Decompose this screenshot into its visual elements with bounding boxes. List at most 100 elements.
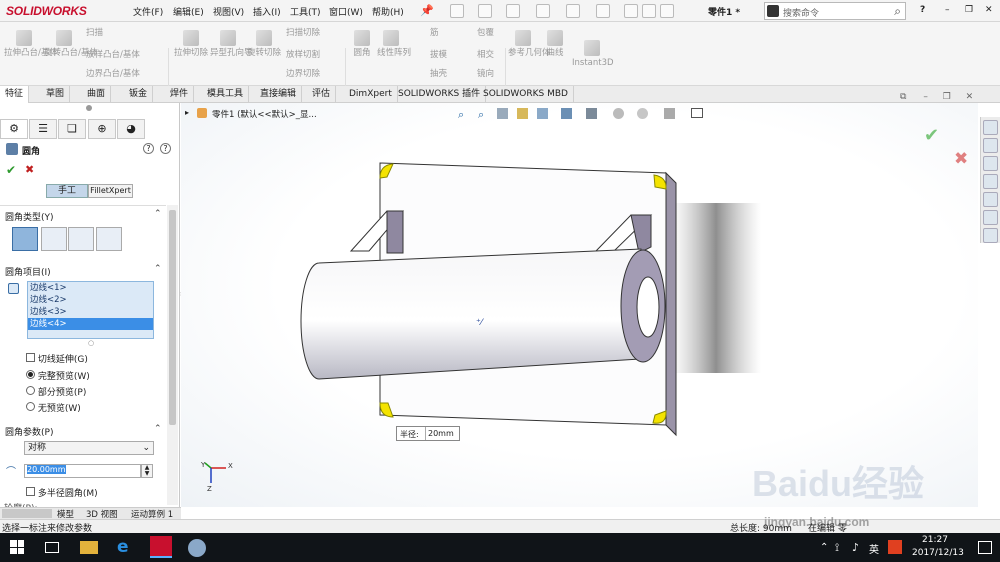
bore-hole[interactable] [636,276,660,338]
paint-app-icon[interactable] [188,539,206,557]
display-manager-tab-icon[interactable]: ◕ [117,119,145,139]
tab-features[interactable]: 特征 [0,86,30,103]
constant-size-fillet-button[interactable] [12,227,38,251]
ribbon-revolve-boss[interactable]: 旋转凸台/基体 [44,30,98,59]
face-fillet-button[interactable] [68,227,94,251]
list-item[interactable]: 边线<4> [28,318,153,330]
manual-tab[interactable]: 手工 [46,184,88,198]
select-icon[interactable] [596,4,610,18]
action-center-icon[interactable] [978,541,992,554]
tab-solidworks-addins[interactable]: SOLIDWORKS 插件 [393,86,487,103]
list-item[interactable]: 边线<3> [28,306,153,318]
tangent-propagation-option[interactable]: 切线延伸(G) [26,352,88,365]
collapse-chevron-icon[interactable]: ⌃ [154,264,162,274]
clock-date[interactable]: 2017/12/13 [912,548,964,558]
view-palette-icon[interactable] [983,174,998,189]
viewport-close-icon[interactable]: ✕ [966,92,974,102]
fillet-type-header[interactable]: 圆角类型(Y) [5,210,54,223]
help-icon[interactable]: ? [160,143,171,154]
ribbon-sweep[interactable]: 扫描 [86,28,103,39]
scrollbar-thumb[interactable] [169,210,176,425]
menu-tools[interactable]: 工具(T) [290,5,321,18]
windows-start-icon[interactable] [10,540,24,554]
menu-file[interactable]: 文件(F) [133,5,163,18]
ribbon-instant3d[interactable]: Instant3D [572,40,614,69]
partial-preview-radio[interactable] [26,386,35,395]
input-method-indicator[interactable]: 英 [869,541,879,556]
collapse-chevron-icon[interactable]: ⌃ [154,424,162,434]
search-commands-input[interactable]: 搜索命令 ⌕ [764,2,906,20]
detailed-help-icon[interactable]: ? [143,143,154,154]
design-library-icon[interactable] [983,138,998,153]
save-icon[interactable] [506,4,520,18]
ribbon-curves[interactable]: 曲线 [542,30,568,59]
tab-sketch[interactable]: 草图 [41,86,71,103]
graphics-area[interactable]: ▸ 零件1 (默认<<默认>_显... ⌕ ⌕ ✔ ✖ ⁺⁄ X Y Z [181,103,978,507]
list-item[interactable]: 边线<2> [28,294,153,306]
task-view-icon[interactable] [45,542,59,553]
menu-insert[interactable]: 插入(I) [253,5,281,18]
ribbon-linear-pattern[interactable]: 线性阵列 [377,30,411,59]
tray-expand-icon[interactable]: ⌃ [820,542,828,553]
full-preview-radio[interactable] [26,370,35,379]
options-gear-icon[interactable] [660,4,674,18]
filletxpert-tab[interactable]: FilletXpert [88,184,133,198]
fillet-items-header[interactable]: 圆角项目(I) [5,265,51,278]
multi-radius-option[interactable]: 多半径圆角(M) [26,486,98,499]
rebuild-icon[interactable] [624,4,638,18]
tab-scroll-arrows[interactable] [2,509,52,518]
part-model[interactable]: ⁺⁄ [181,103,978,507]
file-explorer-taskbar-icon[interactable] [80,541,98,554]
ribbon-loft-cut[interactable]: 放样切割 [286,50,320,61]
cylinder-boss[interactable] [300,248,642,380]
ribbon-extrude-cut[interactable]: 拉伸切除 [172,30,210,59]
restore-button[interactable]: ❐ [965,5,973,15]
ribbon-wrap[interactable]: 包覆 [477,28,494,39]
help-icon[interactable]: ? [920,5,925,15]
ribbon-reference-geometry[interactable]: 参考几何体 [508,30,551,59]
list-resize-handle[interactable]: ○ [88,339,94,347]
tab-evaluate[interactable]: 评估 [307,86,337,103]
custom-properties-icon[interactable] [983,210,998,225]
ribbon-extrude-boss[interactable]: 拉伸凸台/基体 [4,30,58,59]
feature-manager-tab-icon[interactable]: ⚙ [0,119,28,139]
no-preview-radio[interactable] [26,402,35,411]
menu-view[interactable]: 视图(V) [213,5,244,18]
fillet-edge-list[interactable]: 边线<1> 边线<2> 边线<3> 边线<4> [27,281,154,339]
tab-surfaces[interactable]: 曲面 [82,86,112,103]
full-preview-option[interactable]: 完整预览(W) [26,369,90,382]
menu-help[interactable]: 帮助(H) [372,5,404,18]
tab-direct-editing[interactable]: 直接编辑 [255,86,303,103]
variable-size-fillet-button[interactable] [41,227,67,251]
minimize-button[interactable]: – [945,5,950,15]
undo-icon[interactable] [566,4,580,18]
panel-splitter-dot[interactable] [86,105,92,111]
viewport-restore-icon[interactable]: ❐ [943,92,951,102]
solidworks-taskbar-icon[interactable] [150,536,172,558]
appearances-icon[interactable] [983,192,998,207]
ribbon-sweep-cut[interactable]: 扫描切除 [286,28,320,39]
file-properties-icon[interactable] [642,4,656,18]
ribbon-intersect[interactable]: 相交 [477,50,494,61]
tangent-checkbox[interactable] [26,353,35,362]
ribbon-revolve-cut[interactable]: 旋转切除 [247,30,281,59]
tab-weldments[interactable]: 焊件 [165,86,195,103]
tab-solidworks-mbd[interactable]: SOLIDWORKS MBD [478,86,574,103]
fillet-method-select[interactable]: 对称 ⌄ [24,441,154,455]
search-menu-icon[interactable] [767,5,779,17]
clock-time[interactable]: 21:27 [922,535,948,545]
viewport-minimize-icon[interactable]: – [923,92,928,102]
ribbon-fillet[interactable]: 圆角 [348,30,376,59]
dimxpert-manager-tab-icon[interactable]: ⊕ [88,119,116,139]
volume-icon[interactable]: ♪ [852,541,859,554]
tab-sheet-metal[interactable]: 钣金 [124,86,154,103]
list-item[interactable]: 边线<1> [28,282,153,294]
radius-input[interactable]: 20.00mm [24,464,141,478]
fillet-parameters-header[interactable]: 圆角参数(P) [5,425,53,438]
menu-window[interactable]: 窗口(W) [329,5,363,18]
tab-dimxpert[interactable]: DimXpert [344,86,398,103]
search-icon[interactable]: ⌕ [894,4,901,19]
callout-value[interactable]: 20mm [425,427,459,440]
full-round-fillet-button[interactable] [96,227,122,251]
new-document-icon[interactable] [450,4,464,18]
